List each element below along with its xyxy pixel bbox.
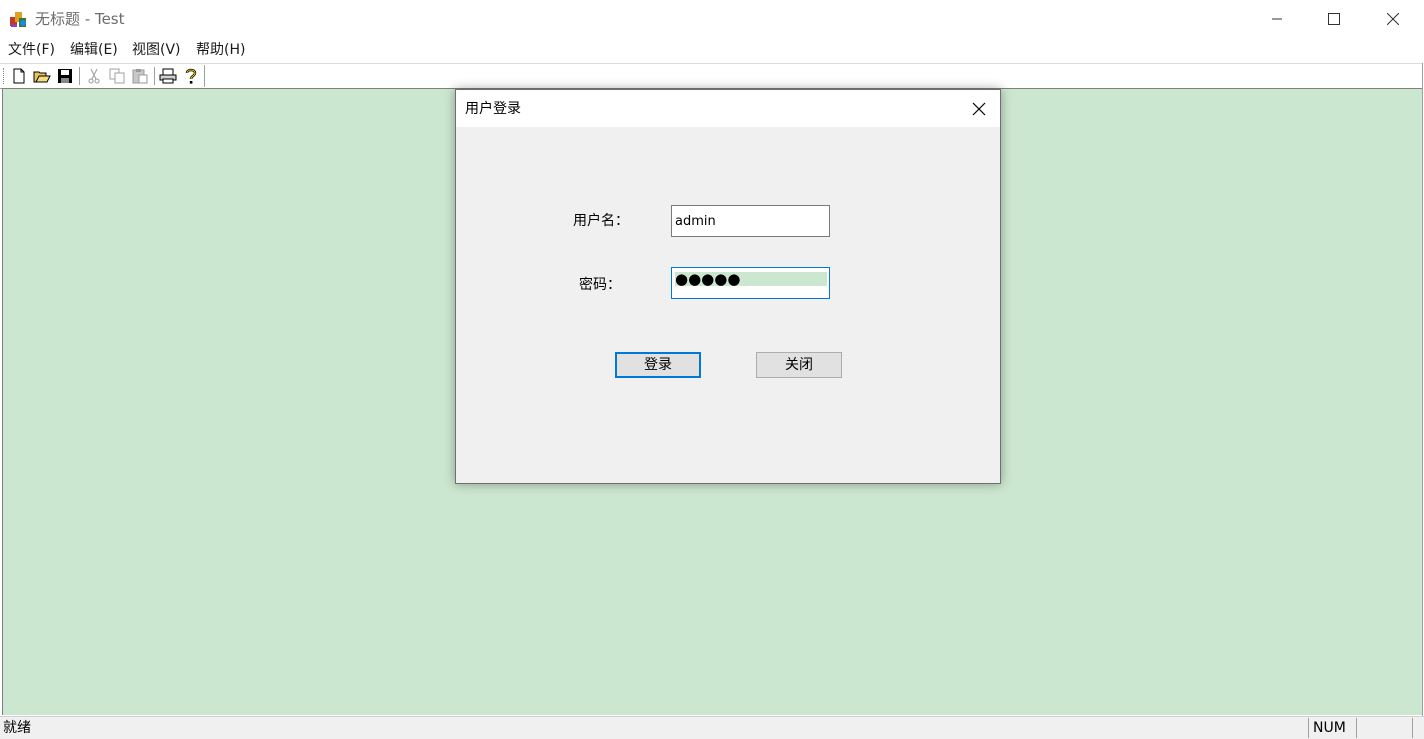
toolbar-separator	[154, 67, 156, 85]
app-icon[interactable]	[9, 9, 29, 29]
login-button[interactable]: 登录	[615, 352, 701, 378]
print-button[interactable]	[158, 66, 178, 86]
menu-edit[interactable]: 编辑(E)	[70, 41, 118, 59]
menu-file[interactable]: 文件(F)	[8, 41, 55, 59]
num-lock-indicator: NUM	[1313, 720, 1346, 736]
new-file-icon	[13, 68, 25, 84]
toolbar-end-divider	[204, 65, 205, 87]
print-icon	[159, 68, 177, 84]
dialog-cancel-button[interactable]: 关闭	[756, 352, 842, 378]
size-grip[interactable]	[1412, 718, 1424, 738]
status-pane-divider	[1356, 718, 1412, 738]
dialog-title: 用户登录	[465, 101, 521, 117]
toolbar-grip[interactable]	[3, 68, 6, 84]
status-text: 就绪	[3, 720, 31, 736]
maximize-icon	[1328, 13, 1340, 25]
help-icon	[185, 68, 197, 84]
username-input[interactable]	[671, 205, 830, 237]
toolbar	[0, 63, 1424, 89]
help-button[interactable]	[181, 66, 201, 86]
dialog-title-bar[interactable]: 用户登录	[456, 90, 1000, 127]
status-bar: 就绪 NUM	[0, 716, 1424, 739]
dialog-close-button[interactable]	[968, 99, 990, 119]
minimize-icon	[1272, 18, 1282, 20]
open-button[interactable]	[32, 66, 52, 86]
cut-button[interactable]	[84, 66, 104, 86]
title-bar: 无标题 - Test	[0, 0, 1424, 38]
open-folder-icon	[33, 71, 51, 83]
menu-help[interactable]: 帮助(H)	[196, 41, 245, 59]
close-icon	[972, 102, 986, 116]
menu-bar: 文件(F) 编辑(E) 视图(V) 帮助(H)	[0, 38, 1424, 62]
minimize-button[interactable]	[1248, 0, 1306, 38]
close-button[interactable]	[1364, 0, 1422, 38]
copy-button[interactable]	[107, 66, 127, 86]
username-label: 用户名：	[573, 213, 629, 229]
password-mask: ●●●●●	[675, 270, 741, 288]
new-file-button[interactable]	[9, 66, 29, 86]
window-title: 无标题 - Test	[35, 10, 125, 28]
save-button[interactable]	[55, 66, 75, 86]
toolbar-separator	[79, 67, 81, 85]
close-icon	[1387, 13, 1399, 25]
paste-icon	[132, 69, 148, 84]
login-dialog: 用户登录 用户名： 密码： ●●●●● 登录 关闭	[455, 89, 1001, 484]
paste-button[interactable]	[130, 66, 150, 86]
password-input[interactable]: ●●●●●	[671, 267, 830, 299]
menu-view[interactable]: 视图(V)	[132, 41, 181, 59]
save-icon	[58, 69, 72, 83]
maximize-button[interactable]	[1305, 0, 1363, 38]
copy-icon	[109, 68, 125, 84]
password-label: 密码：	[579, 277, 621, 293]
cut-icon	[88, 68, 100, 84]
